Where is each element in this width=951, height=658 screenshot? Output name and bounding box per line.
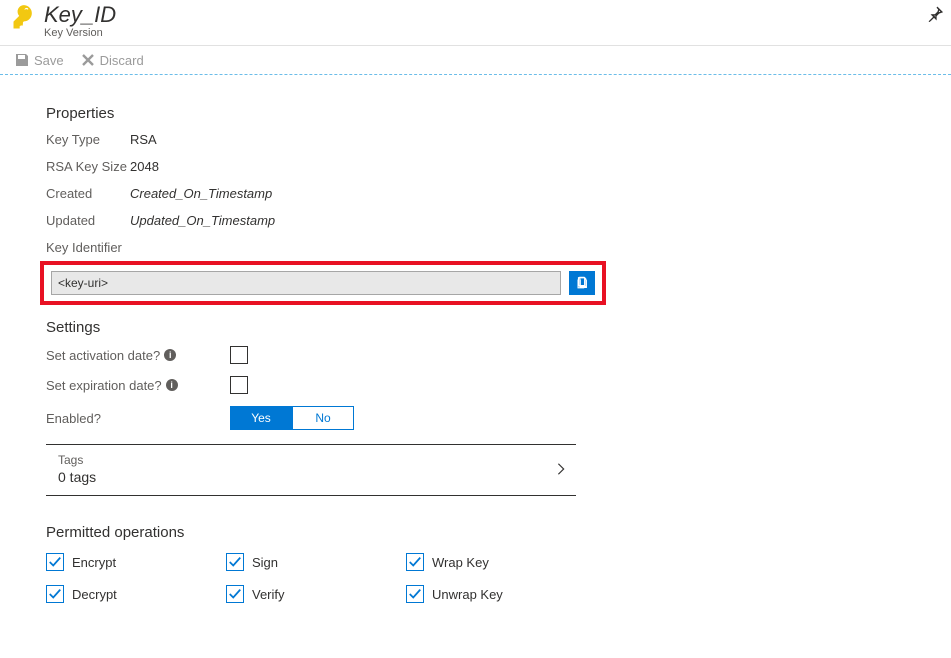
prop-updated: Updated Updated_On_Timestamp bbox=[46, 213, 905, 228]
expiration-row: Set expiration date? i bbox=[46, 376, 905, 394]
discard-button[interactable]: Discard bbox=[80, 52, 144, 68]
info-icon[interactable]: i bbox=[166, 379, 178, 391]
properties-heading: Properties bbox=[46, 105, 905, 122]
permitted-heading: Permitted operations bbox=[46, 524, 905, 541]
enabled-label: Enabled? bbox=[46, 411, 101, 426]
page-title: Key_ID bbox=[44, 4, 941, 26]
prop-created: Created Created_On_Timestamp bbox=[46, 186, 905, 201]
perm-verify: Verify bbox=[226, 585, 406, 603]
perm-wrapkey: Wrap Key bbox=[406, 553, 586, 571]
perm-unwrapkey: Unwrap Key bbox=[406, 585, 586, 603]
enabled-row: Enabled? Yes No bbox=[46, 406, 905, 430]
permitted-grid: Encrypt Sign Wrap Key Decrypt Verify Unw… bbox=[46, 553, 905, 603]
enabled-no-button[interactable]: No bbox=[292, 406, 354, 430]
perm-decrypt-checkbox[interactable] bbox=[46, 585, 64, 603]
expiration-label: Set expiration date? bbox=[46, 378, 162, 393]
discard-icon bbox=[80, 52, 96, 68]
key-identifier-label: Key Identifier bbox=[46, 240, 905, 255]
tags-count: 0 tags bbox=[58, 469, 96, 485]
activation-row: Set activation date? i bbox=[46, 346, 905, 364]
copy-button[interactable] bbox=[569, 271, 595, 295]
enabled-yes-button[interactable]: Yes bbox=[230, 406, 292, 430]
expiration-checkbox[interactable] bbox=[230, 376, 248, 394]
settings-heading: Settings bbox=[46, 319, 905, 336]
perm-sign: Sign bbox=[226, 553, 406, 571]
chevron-right-icon bbox=[554, 462, 568, 476]
activation-checkbox[interactable] bbox=[230, 346, 248, 364]
prop-key-type: Key Type RSA bbox=[46, 132, 905, 147]
key-icon bbox=[10, 4, 38, 32]
activation-label: Set activation date? bbox=[46, 348, 160, 363]
save-icon bbox=[14, 52, 30, 68]
save-button[interactable]: Save bbox=[14, 52, 64, 68]
perm-encrypt-checkbox[interactable] bbox=[46, 553, 64, 571]
key-identifier-highlight bbox=[40, 261, 606, 305]
perm-wrapkey-checkbox[interactable] bbox=[406, 553, 424, 571]
tags-row[interactable]: Tags 0 tags bbox=[46, 445, 576, 496]
perm-decrypt: Decrypt bbox=[46, 585, 226, 603]
enabled-toggle: Yes No bbox=[230, 406, 354, 430]
perm-encrypt: Encrypt bbox=[46, 553, 226, 571]
prop-rsa-size: RSA Key Size 2048 bbox=[46, 159, 905, 174]
perm-verify-checkbox[interactable] bbox=[226, 585, 244, 603]
copy-icon bbox=[575, 276, 589, 290]
info-icon[interactable]: i bbox=[164, 349, 176, 361]
key-identifier-input[interactable] bbox=[51, 271, 561, 295]
page-subtitle: Key Version bbox=[44, 27, 941, 39]
toolbar: Save Discard bbox=[0, 46, 951, 75]
perm-sign-checkbox[interactable] bbox=[226, 553, 244, 571]
page-header: Key_ID Key Version bbox=[0, 0, 951, 46]
tags-title: Tags bbox=[58, 453, 96, 467]
pin-icon[interactable] bbox=[927, 6, 943, 22]
perm-unwrapkey-checkbox[interactable] bbox=[406, 585, 424, 603]
